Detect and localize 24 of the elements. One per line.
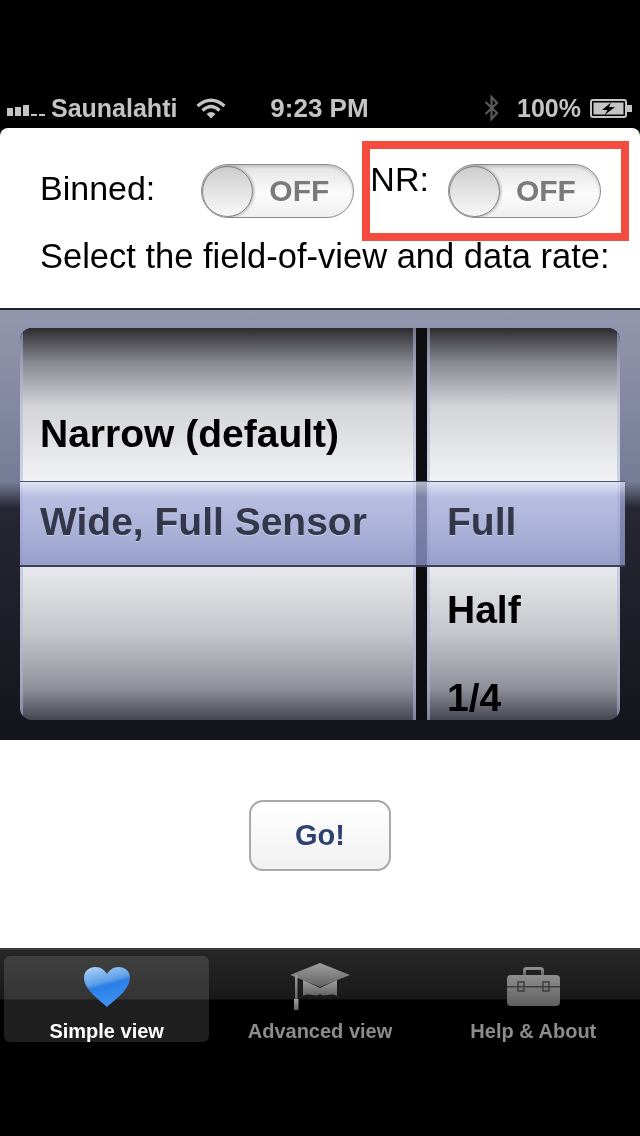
bluetooth-icon bbox=[483, 95, 501, 121]
picker-option[interactable]: Narrow (default) bbox=[40, 412, 339, 456]
toggle-switch[interactable]: OFF bbox=[201, 164, 355, 218]
go-button[interactable]: Go! bbox=[249, 800, 391, 871]
toggle-switch[interactable]: OFF bbox=[447, 164, 601, 218]
heart-icon bbox=[82, 965, 131, 1008]
graduation-cap-icon bbox=[290, 963, 350, 1010]
picker-option[interactable]: Full bbox=[447, 500, 517, 544]
switch-label: NR: bbox=[370, 160, 429, 198]
instruction-text: Select the field-of-view and data rate: bbox=[39, 237, 611, 275]
carrier-name: Saunalahti bbox=[51, 93, 178, 123]
switch-label: Binned: bbox=[40, 169, 156, 207]
tab-bar-item[interactable]: Simple view bbox=[4, 956, 210, 1042]
tab-bar-item[interactable]: Advanced view bbox=[217, 956, 423, 1042]
picker-option[interactable]: Half bbox=[447, 588, 521, 632]
battery-percentage: 100% bbox=[517, 93, 581, 123]
clock-time: 9:23 PM bbox=[270, 93, 369, 123]
signal-strength-icon bbox=[7, 104, 45, 116]
wifi-icon bbox=[196, 97, 227, 119]
toolbox-icon bbox=[506, 967, 560, 1006]
picker-option[interactable]: 1/4 bbox=[447, 676, 502, 720]
tab-bar-item[interactable]: Help & About bbox=[430, 956, 636, 1042]
picker-option[interactable]: Wide, Full Sensor bbox=[40, 500, 367, 544]
battery-charging-icon bbox=[590, 98, 632, 118]
